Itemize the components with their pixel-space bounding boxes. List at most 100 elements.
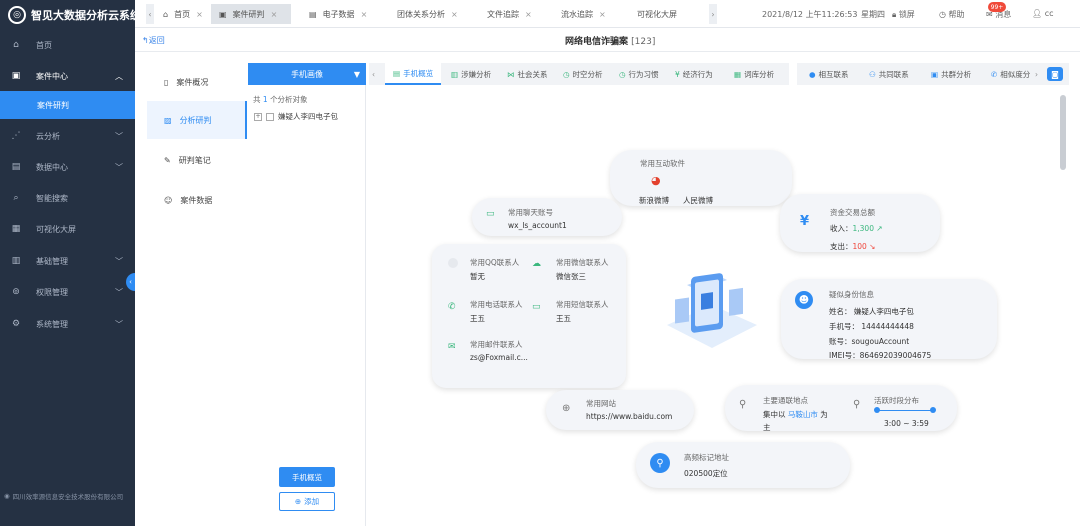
- weibo-icon: ◕: [651, 174, 661, 187]
- card-money-total: ¥ 资金交易总额 收入：1,300 ↗ 支出：100 ↘: [780, 194, 940, 252]
- chart-icon: ▥: [451, 69, 459, 79]
- top-bar: ‹ ⌂ 首页 × ▣ 案件研判 × ▤ 电子数据 × 团体关系分析 × 文件追踪 × 流水追踪 ×…: [135, 0, 1080, 28]
- mail-icon: ✉: [448, 342, 456, 352]
- phone-icon: ✆: [991, 69, 998, 79]
- edit-icon: ✎: [164, 155, 171, 165]
- close-icon[interactable]: ×: [451, 10, 458, 19]
- lock-screen-button[interactable]: 🔒︎ 锁屏: [892, 9, 915, 20]
- subtab-behavior[interactable]: ◷ 行为习惯: [619, 63, 659, 85]
- company-icon: ◉: [4, 492, 10, 500]
- sidebar-item-home[interactable]: ⌂ 首页: [0, 30, 135, 60]
- grid-icon: ▥: [11, 256, 21, 266]
- trend-down-icon: ↘: [869, 242, 876, 251]
- slider-start-dot: [874, 407, 880, 413]
- subtab-lexicon[interactable]: ▦ 词库分析: [734, 63, 774, 85]
- yuan-icon: ¥: [800, 214, 810, 229]
- chevron-down-icon: ﹀: [115, 256, 123, 266]
- card-common-apps: 常用互动软件 ◕ 新浪微博 人民微博: [610, 150, 792, 206]
- card-contacts: 常用QQ联系人 暂无 ☁ 常用微信联系人 微信张三 ✆ 常用电话联系人 王五 ▭…: [432, 244, 626, 388]
- sidebar-item-system[interactable]: ⚙ 系统管理 ﹀: [0, 309, 135, 339]
- help-button[interactable]: ◷ 帮助: [939, 9, 965, 20]
- close-icon[interactable]: ×: [599, 10, 606, 19]
- card-geo-marker: ⚲ 高频标记地址 020500定位: [636, 442, 850, 488]
- group-icon: ▣: [931, 69, 939, 79]
- tree-node[interactable]: + 嫌疑人李四电子包: [254, 111, 338, 122]
- subtab-phone-overview[interactable]: ▤ 手机概览: [385, 63, 442, 85]
- subtab-economy[interactable]: ¥ 经济行为: [675, 63, 713, 85]
- nav-analysis[interactable]: ▨ 分析研判: [147, 101, 247, 139]
- sidebar-item-permission[interactable]: ⊚ 权限管理 ﹀: [0, 277, 135, 307]
- divider: [135, 51, 1080, 52]
- user-icon: ☻: [795, 291, 813, 309]
- document-icon: ▤: [309, 9, 317, 19]
- close-icon[interactable]: ×: [271, 10, 278, 19]
- sidebar-item-case-analysis[interactable]: 案件研判: [0, 91, 135, 119]
- user-icon: 👤︎: [1032, 9, 1043, 18]
- chevron-up-icon: ︿: [115, 71, 123, 81]
- app-logo: ◎ 智见大数据分析云系统: [8, 6, 141, 24]
- object-panel: 手机画像 ▼ 共 1 个分析对象 + 嫌疑人李四电子包: [248, 63, 366, 526]
- social-icon: ⋈: [507, 69, 515, 79]
- datetime: 2021/8/12 上午11:26:53: [762, 10, 858, 19]
- subtab-scroll-right[interactable]: ›: [1035, 63, 1038, 85]
- tab-visual-screen[interactable]: 可视化大屏: [629, 4, 685, 24]
- sidebar-item-case-center[interactable]: ▣ 案件中心 ︿: [0, 61, 135, 91]
- back-arrow-icon: ↰: [142, 36, 149, 45]
- tab-e-data[interactable]: ▤ 电子数据 ×: [301, 4, 375, 24]
- close-icon[interactable]: ×: [196, 10, 203, 19]
- sidebar-item-screen[interactable]: ▦ 可视化大屏: [0, 214, 135, 244]
- dictionary-icon: ▦: [734, 69, 742, 79]
- cloud-icon: ⋰: [11, 131, 21, 141]
- screen-icon: ▦: [11, 224, 21, 234]
- phone-overview-button[interactable]: 手机概览: [279, 467, 335, 487]
- user-menu[interactable]: 👤︎ cc: [1032, 9, 1054, 18]
- people-icon: ⚇: [869, 69, 876, 79]
- logo-icon: ◎: [8, 6, 26, 24]
- add-button[interactable]: ⊕ 添加: [279, 492, 335, 511]
- database-icon: ▤: [11, 162, 21, 172]
- sidebar-item-basic[interactable]: ▥ 基础管理 ﹀: [0, 246, 135, 276]
- nav-notes[interactable]: ✎ 研判笔记: [147, 141, 247, 179]
- close-icon[interactable]: ×: [525, 10, 532, 19]
- phone-icon: ✆: [448, 302, 456, 312]
- weekday: 星期四: [861, 10, 885, 19]
- copyright: ◉ 四川效率源信息安全技术股份有限公司: [4, 492, 124, 501]
- tab-group-relation[interactable]: 团体关系分析 ×: [389, 4, 466, 24]
- subtab-social[interactable]: ⋈ 社会关系: [507, 63, 548, 85]
- back-link[interactable]: ↰返回: [142, 35, 165, 46]
- tab-case-analysis[interactable]: ▣ 案件研判 ×: [211, 4, 291, 24]
- scrollbar[interactable]: [1060, 95, 1066, 170]
- chat-icon: ▭: [486, 209, 495, 219]
- subtab-mutual[interactable]: ● 相互联系: [809, 63, 849, 85]
- nav-case-overview[interactable]: ▯ 案件概况: [147, 63, 247, 101]
- card-identity: ☻ 疑似身份信息 姓名： 嫌疑人李四电子包 手机号： 14444444448 账…: [781, 279, 997, 360]
- caret-down-icon: ▼: [353, 69, 360, 79]
- subtab-scroll-left[interactable]: ‹: [372, 63, 375, 85]
- tab-file-trace[interactable]: 文件追踪 ×: [479, 4, 540, 24]
- tab-scroll-left[interactable]: ‹: [146, 4, 154, 24]
- expand-icon[interactable]: +: [254, 112, 262, 121]
- subtab-suspect-analysis[interactable]: ▥ 涉嫌分析: [451, 63, 491, 85]
- tab-scroll-right[interactable]: ›: [709, 4, 717, 24]
- help-icon: ◷: [939, 10, 946, 19]
- subtab-group[interactable]: ▣ 共群分析: [931, 63, 971, 85]
- camera-icon[interactable]: ◙: [1047, 67, 1063, 81]
- sidebar-item-data-center[interactable]: ▤ 数据中心 ﹀: [0, 152, 135, 182]
- chevron-down-icon: ﹀: [115, 131, 123, 141]
- phone-portrait-dropdown[interactable]: 手机画像 ▼: [248, 63, 366, 85]
- subtab-common[interactable]: ⚇ 共同联系: [869, 63, 909, 85]
- sidebar-item-search[interactable]: ⌕ 智能搜索: [0, 183, 135, 213]
- page-title: 网络电信诈骗案 [123]: [565, 37, 656, 47]
- subtab-spacetime[interactable]: ◷ 时空分析: [563, 63, 603, 85]
- tab-flow-trace[interactable]: 流水追踪 ×: [553, 4, 614, 24]
- nav-case-data[interactable]: ☺ 案件数据: [147, 181, 247, 219]
- money-icon: ¥: [675, 69, 680, 79]
- tab-home[interactable]: ⌂ 首页 ×: [155, 4, 211, 24]
- sms-icon: ▭: [532, 302, 541, 312]
- checkbox[interactable]: [266, 112, 274, 121]
- close-icon[interactable]: ×: [361, 10, 368, 19]
- subtab-similarity[interactable]: ✆ 相似度分: [991, 63, 1030, 85]
- list-icon: ▤: [393, 68, 401, 78]
- slider-end-dot: [930, 407, 936, 413]
- sidebar-item-cloud[interactable]: ⋰ 云分析 ﹀: [0, 121, 135, 151]
